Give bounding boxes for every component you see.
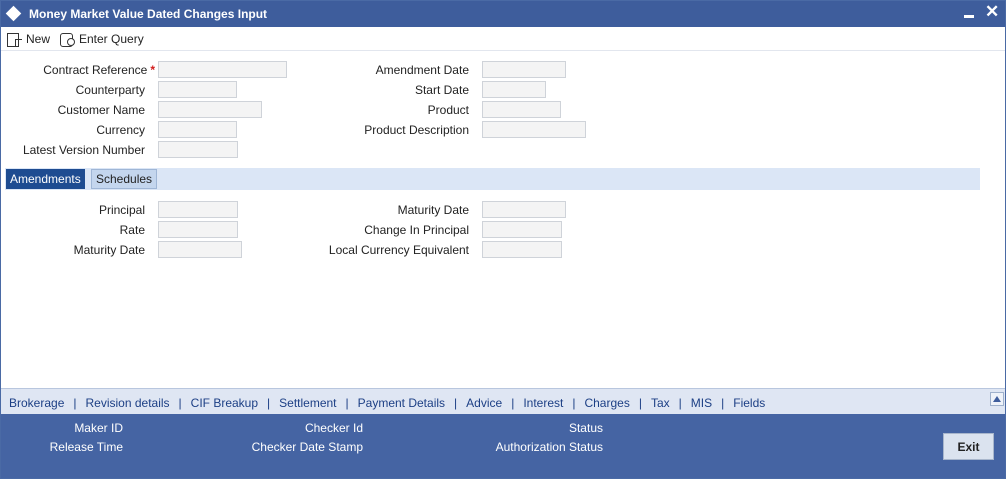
release-time-label: Release Time — [49, 440, 123, 454]
subsystem-links: Brokerage | Revision details | CIF Breakup | S… — [9, 396, 765, 410]
latest-version-number-label: Latest Version Number — [22, 143, 145, 157]
product-description-label: Product Description — [364, 123, 469, 137]
new-button-label: New — [26, 32, 51, 46]
link-separator: | — [454, 396, 458, 410]
latest-version-number-field[interactable] — [158, 141, 238, 158]
product-description-field[interactable] — [482, 121, 586, 138]
change-in-principal-field[interactable] — [482, 221, 562, 238]
change-in-principal-label: Change In Principal — [364, 223, 469, 237]
status-label: Status — [568, 421, 603, 435]
link-separator: | — [511, 396, 515, 410]
local-currency-equivalent-label: Local Currency Equivalent — [328, 243, 469, 257]
rate-label: Rate — [119, 223, 145, 237]
link-separator: | — [638, 396, 642, 410]
link-charges[interactable]: Charges — [584, 396, 629, 410]
maker-id-label: Maker ID — [74, 421, 123, 435]
enter-query-button-label: Enter Query — [79, 32, 144, 46]
link-fields[interactable]: Fields — [733, 396, 765, 410]
checker-date-stamp-label: Checker Date Stamp — [251, 440, 363, 454]
new-maturity-date-field[interactable] — [482, 201, 566, 218]
link-advice[interactable]: Advice — [466, 396, 502, 410]
contract-reference-field[interactable] — [158, 61, 287, 78]
link-settlement[interactable]: Settlement — [279, 396, 336, 410]
link-revision-details[interactable]: Revision details — [86, 396, 170, 410]
rate-field[interactable] — [158, 221, 238, 238]
minimize-icon[interactable] — [964, 15, 974, 18]
link-brokerage[interactable]: Brokerage — [9, 396, 64, 410]
close-icon[interactable]: ✕ — [985, 2, 999, 22]
currency-field[interactable] — [158, 121, 237, 138]
tab-amendments[interactable]: Amendments — [6, 169, 85, 189]
counterparty-label: Counterparty — [75, 83, 145, 97]
link-interest[interactable]: Interest — [523, 396, 563, 410]
link-payment-details[interactable]: Payment Details — [358, 396, 445, 410]
product-label: Product — [427, 103, 469, 117]
product-field[interactable] — [482, 101, 561, 118]
amendment-date-label: Amendment Date — [375, 63, 469, 77]
link-separator: | — [73, 396, 77, 410]
main-window: Money Market Value Dated Changes Input ✕… — [0, 0, 1006, 479]
toolbar: New Enter Query — [1, 27, 1005, 51]
authorization-status-label: Authorization Status — [495, 440, 603, 454]
start-date-field[interactable] — [482, 81, 546, 98]
principal-field[interactable] — [158, 201, 238, 218]
diamond-icon — [5, 5, 22, 22]
link-mis[interactable]: MIS — [691, 396, 712, 410]
link-cif-breakup[interactable]: CIF Breakup — [191, 396, 258, 410]
query-icon — [59, 32, 75, 47]
audit-footer: Maker ID Release Time Checker Id Checker… — [1, 414, 1005, 478]
new-maturity-date-label: Maturity Date — [397, 203, 469, 217]
link-separator: | — [721, 396, 725, 410]
title-bar[interactable]: Money Market Value Dated Changes Input ✕ — [1, 1, 1005, 27]
customer-name-label: Customer Name — [57, 103, 145, 117]
tab-bar: Amendments Schedules — [5, 168, 980, 190]
tab-schedules[interactable]: Schedules — [91, 169, 158, 189]
enter-query-button[interactable]: Enter Query — [59, 30, 144, 48]
link-separator: | — [572, 396, 576, 410]
amendment-date-field[interactable] — [482, 61, 566, 78]
link-separator: | — [345, 396, 349, 410]
currency-label: Currency — [96, 123, 145, 137]
contract-reference-label: Contract Reference * — [43, 63, 155, 77]
checker-id-label: Checker Id — [304, 421, 363, 435]
exit-button[interactable]: Exit — [943, 433, 994, 460]
start-date-label: Start Date — [414, 83, 469, 97]
local-currency-equivalent-field[interactable] — [482, 241, 562, 258]
new-document-icon — [6, 32, 22, 47]
customer-name-field[interactable] — [158, 101, 262, 118]
new-button[interactable]: New — [6, 30, 50, 48]
link-tax[interactable]: Tax — [651, 396, 670, 410]
link-separator: | — [678, 396, 682, 410]
principal-label: Principal — [98, 203, 145, 217]
subsystem-link-bar: Brokerage | Revision details | CIF Breakup | S… — [1, 388, 1005, 414]
maturity-date-field[interactable] — [158, 241, 242, 258]
link-separator: | — [178, 396, 182, 410]
counterparty-field[interactable] — [158, 81, 237, 98]
required-marker: * — [150, 63, 155, 77]
scroll-up-icon[interactable] — [990, 392, 1004, 406]
window-title: Money Market Value Dated Changes Input — [29, 7, 268, 21]
maturity-date-label: Maturity Date — [73, 243, 145, 257]
link-separator: | — [267, 396, 271, 410]
